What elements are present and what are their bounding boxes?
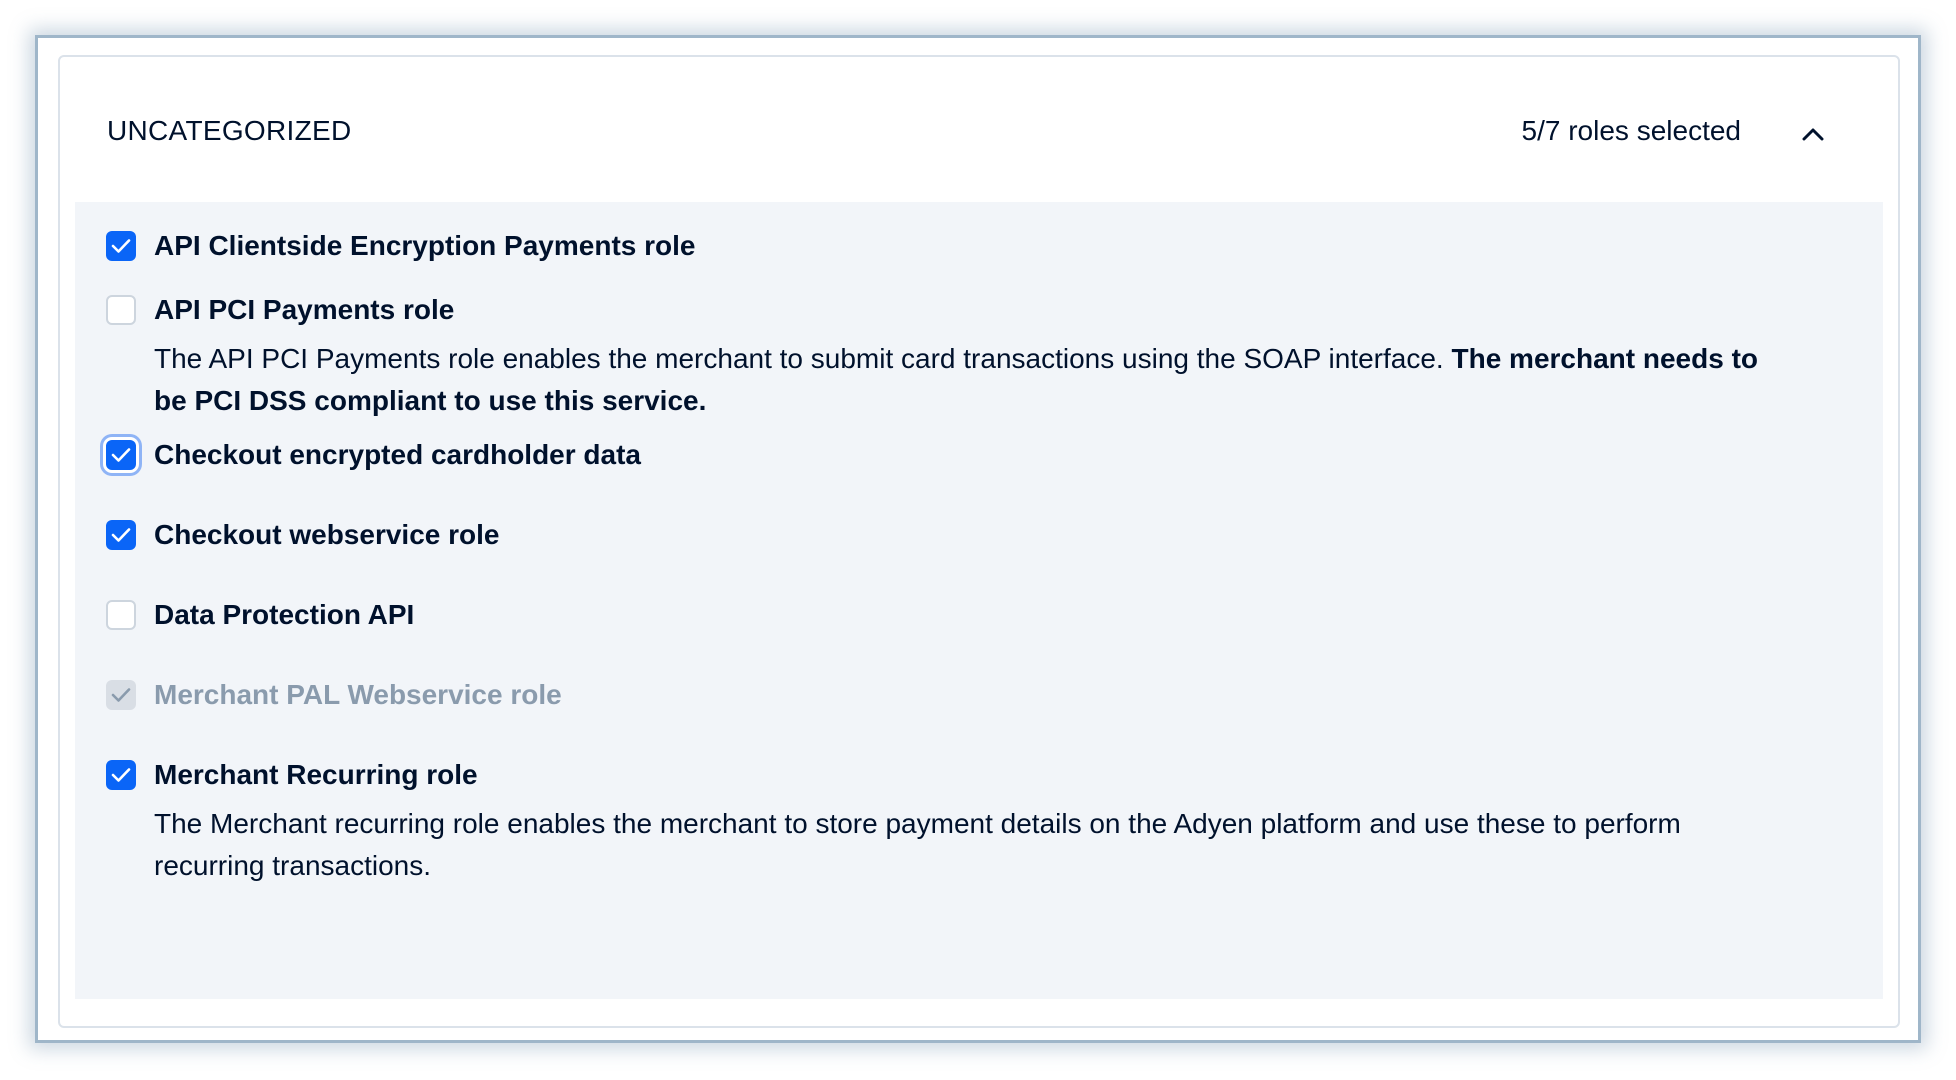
role-checkbox[interactable] — [106, 440, 136, 470]
role-item-api-pci-payments: API PCI Payments role The API PCI Paymen… — [106, 290, 1794, 422]
role-label[interactable]: Merchant Recurring role — [154, 759, 478, 791]
checkmark-icon — [111, 239, 131, 253]
role-item-api-clientside-encryption: API Clientside Encryption Payments role — [106, 226, 695, 266]
role-item-checkout-encrypted-cardholder-data: Checkout encrypted cardholder data — [106, 435, 641, 475]
checkmark-icon — [111, 688, 131, 702]
role-item-merchant-pal-webservice: Merchant PAL Webservice role — [106, 675, 562, 715]
role-checkbox-disabled — [106, 680, 136, 710]
checkmark-icon — [111, 768, 131, 782]
checkmark-icon — [111, 448, 131, 462]
window-frame: UNCATEGORIZED 5/7 roles selected API Cli… — [35, 35, 1921, 1043]
role-label[interactable]: Data Protection API — [154, 599, 414, 631]
role-checkbox[interactable] — [106, 600, 136, 630]
role-description: The Merchant recurring role enables the … — [154, 808, 1681, 881]
role-item-merchant-recurring: Merchant Recurring role The Merchant rec… — [106, 755, 1794, 887]
collapse-toggle-button[interactable] — [1796, 117, 1830, 151]
role-checkbox[interactable] — [106, 760, 136, 790]
section-header[interactable]: UNCATEGORIZED 5/7 roles selected — [60, 57, 1898, 202]
role-item-data-protection-api: Data Protection API — [106, 595, 414, 635]
role-description: The API PCI Payments role enables the me… — [154, 338, 1794, 422]
role-checkbox[interactable] — [106, 295, 136, 325]
role-label[interactable]: Checkout encrypted cardholder data — [154, 439, 641, 471]
roles-section-card: UNCATEGORIZED 5/7 roles selected API Cli… — [58, 55, 1900, 1028]
checkmark-icon — [111, 528, 131, 542]
role-item-checkout-webservice: Checkout webservice role — [106, 515, 499, 555]
role-label[interactable]: API Clientside Encryption Payments role — [154, 230, 695, 262]
section-title: UNCATEGORIZED — [107, 115, 352, 146]
role-label: Merchant PAL Webservice role — [154, 679, 562, 710]
role-description-text: The API PCI Payments role enables the me… — [154, 343, 1452, 374]
chevron-up-icon — [1802, 128, 1824, 141]
role-checkbox[interactable] — [106, 231, 136, 261]
roles-selected-count: 5/7 roles selected — [1521, 115, 1741, 146]
role-label[interactable]: Checkout webservice role — [154, 519, 499, 551]
role-checkbox[interactable] — [106, 520, 136, 550]
roles-list: API Clientside Encryption Payments role … — [75, 202, 1883, 999]
role-label[interactable]: API PCI Payments role — [154, 294, 454, 326]
